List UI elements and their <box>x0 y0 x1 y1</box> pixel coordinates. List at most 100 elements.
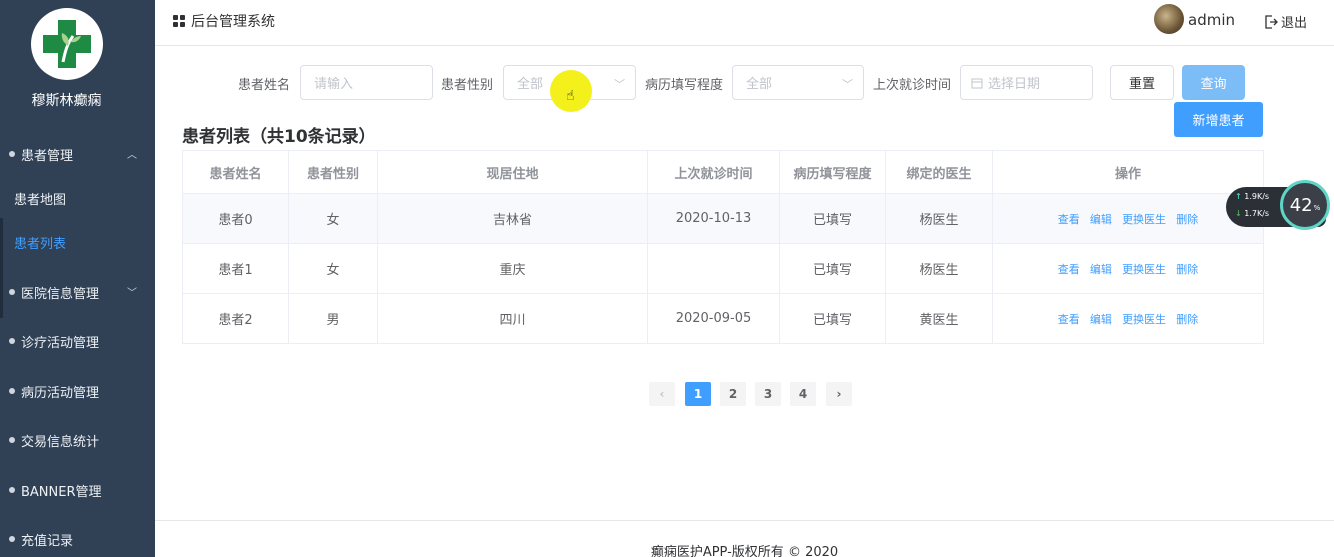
bullet-icon <box>9 338 15 344</box>
cell-last-visit <box>647 243 780 294</box>
speed-unit: K/s <box>1256 209 1270 218</box>
page-button-3[interactable]: 3 <box>755 382 781 406</box>
page-button-2[interactable]: 2 <box>720 382 746 406</box>
cell-name: 患者1 <box>182 243 289 294</box>
cell-name: 患者0 <box>182 193 289 244</box>
delete-link[interactable]: 删除 <box>1176 213 1198 226</box>
bullet-icon <box>9 151 15 157</box>
delete-link[interactable]: 删除 <box>1176 313 1198 326</box>
chevron-up-icon: ︿ <box>127 150 137 161</box>
sidebar-item-label: 充值记录 <box>21 533 74 549</box>
change-doctor-link[interactable]: 更换医生 <box>1122 263 1166 276</box>
cell-doctor: 杨医生 <box>885 243 993 294</box>
sidebar-item-label: BANNER管理 <box>21 484 102 500</box>
sidebar-item-label: 诊疗活动管理 <box>21 335 100 351</box>
view-link[interactable]: 查看 <box>1058 313 1080 326</box>
sidebar-item-recharge[interactable]: 充值记录 <box>0 519 155 557</box>
system-title-text: 后台管理系统 <box>191 14 275 30</box>
cell-gender: 男 <box>288 293 378 344</box>
download-speed-value: 1.7 <box>1244 209 1257 218</box>
cell-gender: 女 <box>288 193 378 244</box>
chevron-down-icon: ﹀ <box>127 288 137 299</box>
sidebar-item-label: 患者管理 <box>21 148 74 164</box>
down-arrow-icon: ↓ <box>1235 209 1242 218</box>
usage-percent: 42 <box>1289 194 1313 216</box>
patient-name-input[interactable]: 请输入 <box>300 65 433 100</box>
search-button[interactable]: 查询 <box>1182 65 1245 100</box>
cell-doctor: 黄医生 <box>885 293 993 344</box>
page-button-1[interactable]: 1 <box>685 382 711 406</box>
cell-address: 重庆 <box>377 243 648 294</box>
cell-record: 已填写 <box>779 293 886 344</box>
hand-cursor-icon: ☝ <box>566 88 575 104</box>
sidebar-item-treatment-activity[interactable]: 诊疗活动管理 <box>0 321 155 361</box>
date-placeholder: 选择日期 <box>988 77 1041 92</box>
record-select-value: 全部 <box>746 77 773 92</box>
footer: 癫痫医护APP-版权所有 © 2020 <box>155 520 1334 557</box>
cell-record: 已填写 <box>779 193 886 244</box>
upload-speed-value: 1.9 <box>1244 192 1257 201</box>
sidebar-item-label: 病历活动管理 <box>21 385 100 401</box>
sidebar: 穆斯林癫痫 患者管理 ︿ 患者地图 患者列表 医院信息管理 ﹀ 诊疗活动管理 病… <box>0 0 155 557</box>
view-link[interactable]: 查看 <box>1058 263 1080 276</box>
calendar-icon <box>971 78 983 88</box>
speed-unit: K/s <box>1256 192 1270 201</box>
filter-last-visit-label: 上次就诊时间 <box>873 78 952 93</box>
edit-link[interactable]: 编辑 <box>1090 313 1112 326</box>
cell-record: 已填写 <box>779 243 886 294</box>
view-link[interactable]: 查看 <box>1058 213 1080 226</box>
bullet-icon <box>9 289 15 295</box>
prev-page-button[interactable]: ‹ <box>649 382 675 406</box>
table-row: 患者0 女 吉林省 2020-10-13 已填写 杨医生 查看 编辑 更换医生 … <box>182 193 1264 244</box>
add-patient-button[interactable]: 新增患者 <box>1174 102 1263 137</box>
cell-actions: 查看 编辑 更换医生 删除 <box>992 293 1264 344</box>
change-doctor-link[interactable]: 更换医生 <box>1122 213 1166 226</box>
reset-button[interactable]: 重置 <box>1110 65 1174 100</box>
medical-cross-icon <box>43 20 91 68</box>
avatar[interactable] <box>1154 4 1184 34</box>
cell-gender: 女 <box>288 243 378 294</box>
download-speed: ↓ 1.7K/s <box>1235 209 1269 218</box>
sidebar-subitem-patient-map[interactable]: 患者地图 <box>0 178 155 218</box>
sidebar-item-transaction-stats[interactable]: 交易信息统计 <box>0 420 155 460</box>
chevron-down-icon: ﹀ <box>842 78 853 91</box>
table-header-row: 患者姓名 患者性别 现居住地 上次就诊时间 病历填写程度 绑定的医生 操作 <box>182 150 1264 194</box>
sidebar-item-hospital-info[interactable]: 医院信息管理 ﹀ <box>0 272 155 312</box>
grid-icon <box>173 15 185 27</box>
up-arrow-icon: ↑ <box>1235 192 1242 201</box>
logout-icon <box>1265 14 1278 29</box>
record-completeness-select[interactable]: 全部 ﹀ <box>732 65 864 100</box>
cell-actions: 查看 编辑 更换医生 删除 <box>992 243 1264 294</box>
delete-link[interactable]: 删除 <box>1176 263 1198 276</box>
column-header: 患者姓名 <box>182 150 289 194</box>
sidebar-item-label: 医院信息管理 <box>21 286 100 302</box>
next-page-button[interactable]: › <box>826 382 852 406</box>
list-title: 患者列表（共10条记录） <box>182 127 376 147</box>
page-button-4[interactable]: 4 <box>790 382 816 406</box>
cell-name: 患者2 <box>182 293 289 344</box>
memory-usage-circle[interactable]: 42% <box>1280 180 1330 230</box>
edit-link[interactable]: 编辑 <box>1090 213 1112 226</box>
cell-address: 吉林省 <box>377 193 648 244</box>
column-header: 病历填写程度 <box>779 150 886 194</box>
sidebar-item-banner[interactable]: BANNER管理 <box>0 470 155 510</box>
sidebar-item-patient-management[interactable]: 患者管理 ︿ <box>0 134 155 174</box>
edit-link[interactable]: 编辑 <box>1090 263 1112 276</box>
sidebar-item-label: 交易信息统计 <box>21 434 100 450</box>
change-doctor-link[interactable]: 更换医生 <box>1122 313 1166 326</box>
upload-speed: ↑ 1.9K/s <box>1235 192 1269 201</box>
sidebar-subitem-patient-list[interactable]: 患者列表 <box>0 222 155 262</box>
filter-gender-label: 患者性别 <box>441 78 494 93</box>
sidebar-item-record-activity[interactable]: 病历活动管理 <box>0 371 155 411</box>
bullet-icon <box>9 536 15 542</box>
bullet-icon <box>9 437 15 443</box>
last-visit-date-picker[interactable]: 选择日期 <box>960 65 1093 100</box>
chevron-down-icon: ﹀ <box>614 78 625 91</box>
column-header: 患者性别 <box>288 150 378 194</box>
cell-actions: 查看 编辑 更换医生 删除 <box>992 193 1264 244</box>
column-header: 上次就诊时间 <box>647 150 780 194</box>
logout-label: 退出 <box>1281 16 1308 31</box>
logout-button[interactable]: 退出 <box>1263 12 1307 31</box>
filter-name-label: 患者姓名 <box>238 78 291 93</box>
username[interactable]: admin <box>1188 11 1235 29</box>
